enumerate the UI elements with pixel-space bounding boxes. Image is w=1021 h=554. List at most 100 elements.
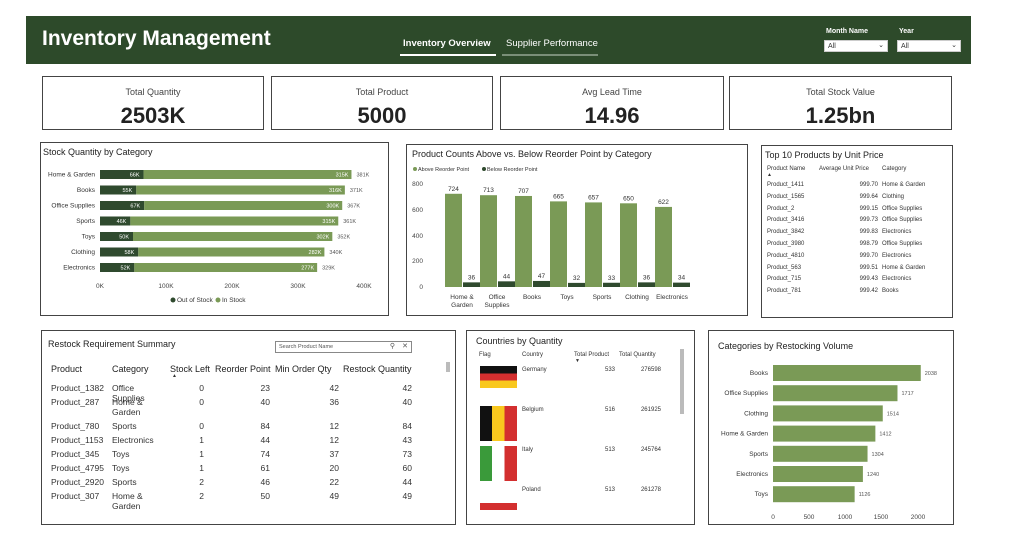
x-tick-label: 2000 [911,514,926,521]
category: Toys [112,449,130,459]
year-filter-dropdown[interactable]: All ⌄ [897,40,961,52]
tab-inventory-overview[interactable]: Inventory Overview [403,38,491,49]
month-filter-value: All [828,43,836,50]
scrollbar-thumb[interactable] [446,362,450,372]
stock-left: 1 [199,435,204,445]
data-label: 1412 [879,432,891,438]
product-name: Product_4810 [767,252,805,259]
legend-label: Above Reorder Point [418,167,470,173]
bar-above-reorder[interactable] [620,203,637,287]
bar-below-reorder[interactable] [638,282,655,287]
category-label: Home & Garden [721,431,768,438]
total-label: 329K [322,266,335,272]
bar-restocking-volume[interactable] [773,385,898,402]
column-header-min-order[interactable]: Min Order Qty [275,364,332,374]
category: Clothing [882,193,905,200]
bar-below-reorder[interactable] [498,281,515,287]
legend-swatch-in-stock [215,297,221,303]
total-quantity: 245764 [640,447,661,453]
restock-quantity: 43 [402,435,412,445]
bar-below-reorder[interactable] [603,282,620,287]
search-placeholder: Search Product Name [279,344,334,350]
italy-flag-icon [480,446,517,481]
bar-in-stock[interactable] [130,216,339,226]
column-header-total-quantity[interactable]: Total Quantity [619,352,656,358]
column-header-product[interactable]: Product Name [767,166,805,172]
bar-in-stock[interactable] [134,263,318,272]
reorder-point: 84 [260,421,270,431]
bar-in-stock[interactable] [143,170,352,179]
bar-below-reorder[interactable] [673,282,690,287]
bar-in-stock[interactable] [138,247,325,257]
product-name: Product_3416 [767,217,805,224]
product-name: Product_715 [767,276,802,283]
total-quantity: 261925 [640,407,661,413]
data-label: 622 [658,199,669,206]
header-bar: Inventory Management Inventory Overview … [26,16,971,64]
kpi-value: 14.96 [584,103,640,128]
column-header-flag[interactable]: Flag [479,352,491,358]
bar-above-reorder[interactable] [480,195,497,287]
x-tick-label: 0K [96,283,105,290]
kpi-label: Avg Lead Time [582,87,642,97]
bar-above-reorder[interactable] [655,206,672,287]
bar-above-reorder[interactable] [550,201,567,287]
panel-title: Countries by Quantity [476,336,563,346]
column-header-category[interactable]: Category [882,166,906,172]
total-label: 371K [350,188,363,194]
bar-above-reorder[interactable] [585,202,602,287]
bar-restocking-volume[interactable] [773,365,921,381]
x-tick-label: 1000 [838,514,853,521]
stock-quantity-chart: 0K 100K 200K 300K 400K Out of Stock In S… [48,170,372,304]
search-input[interactable]: Search Product Name ⚲ ✕ [275,341,412,353]
bar-below-reorder[interactable] [463,282,480,287]
category: Sports [112,421,137,431]
page-title: Inventory Management [42,27,271,50]
x-tick-label: 400K [356,283,372,290]
category-label: Toys [560,294,574,301]
bar-below-reorder[interactable] [533,280,550,287]
category-label: Home & [450,294,474,301]
category: Office Supplies [882,205,923,212]
data-label: 52K [121,266,131,272]
scrollbar-thumb[interactable] [680,349,684,414]
search-icon[interactable]: ⚲ [390,342,395,350]
column-header-restock-qty[interactable]: Restock Quantity [343,364,412,374]
legend-label: In Stock [222,297,246,304]
stock-left: 0 [199,421,204,431]
bar-in-stock[interactable] [136,185,345,195]
bar-above-reorder[interactable] [445,193,462,287]
reorder-point-chart: Above Reorder Point Below Reorder Point … [412,167,690,309]
unit-price: 999.70 [859,252,878,259]
data-label: 315K [336,173,349,179]
sort-ascending-icon: ▲ [172,373,177,379]
kpi-avg-lead-time: Avg Lead Time 14.96 [500,76,724,130]
bar-in-stock[interactable] [144,201,343,210]
tab-supplier-performance[interactable]: Supplier Performance [506,38,598,49]
product-name: Product_780 [51,421,100,431]
bar-restocking-volume[interactable] [773,405,883,422]
bar-restocking-volume[interactable] [773,425,876,442]
product-name: Product_345 [51,449,100,459]
bar-restocking-volume[interactable] [773,466,863,482]
data-label: 50K [119,235,129,241]
bar-below-reorder[interactable] [568,282,585,287]
bar-above-reorder[interactable] [515,195,532,287]
bar-restocking-volume[interactable] [773,445,868,462]
category-label: Garden [451,302,473,309]
column-header-reorder-point[interactable]: Reorder Point [215,364,271,374]
column-header-price[interactable]: Average Unit Price [819,166,869,172]
bar-restocking-volume[interactable] [773,486,855,503]
column-header-category[interactable]: Category [112,364,149,374]
category-label: Electronics [736,471,769,478]
kpi-total-stock-value: Total Stock Value 1.25bn [729,76,952,130]
column-header-country[interactable]: Country [522,352,543,358]
month-filter-dropdown[interactable]: All ⌄ [824,40,888,52]
product-name: Product_4795 [51,463,104,473]
y-tick-label: 200 [412,258,423,265]
bar-in-stock[interactable] [133,232,333,241]
min-order-qty: 22 [329,477,339,487]
close-icon[interactable]: ✕ [402,342,408,350]
legend-label: Below Reorder Point [487,167,538,173]
column-header-product[interactable]: Product [51,364,82,374]
